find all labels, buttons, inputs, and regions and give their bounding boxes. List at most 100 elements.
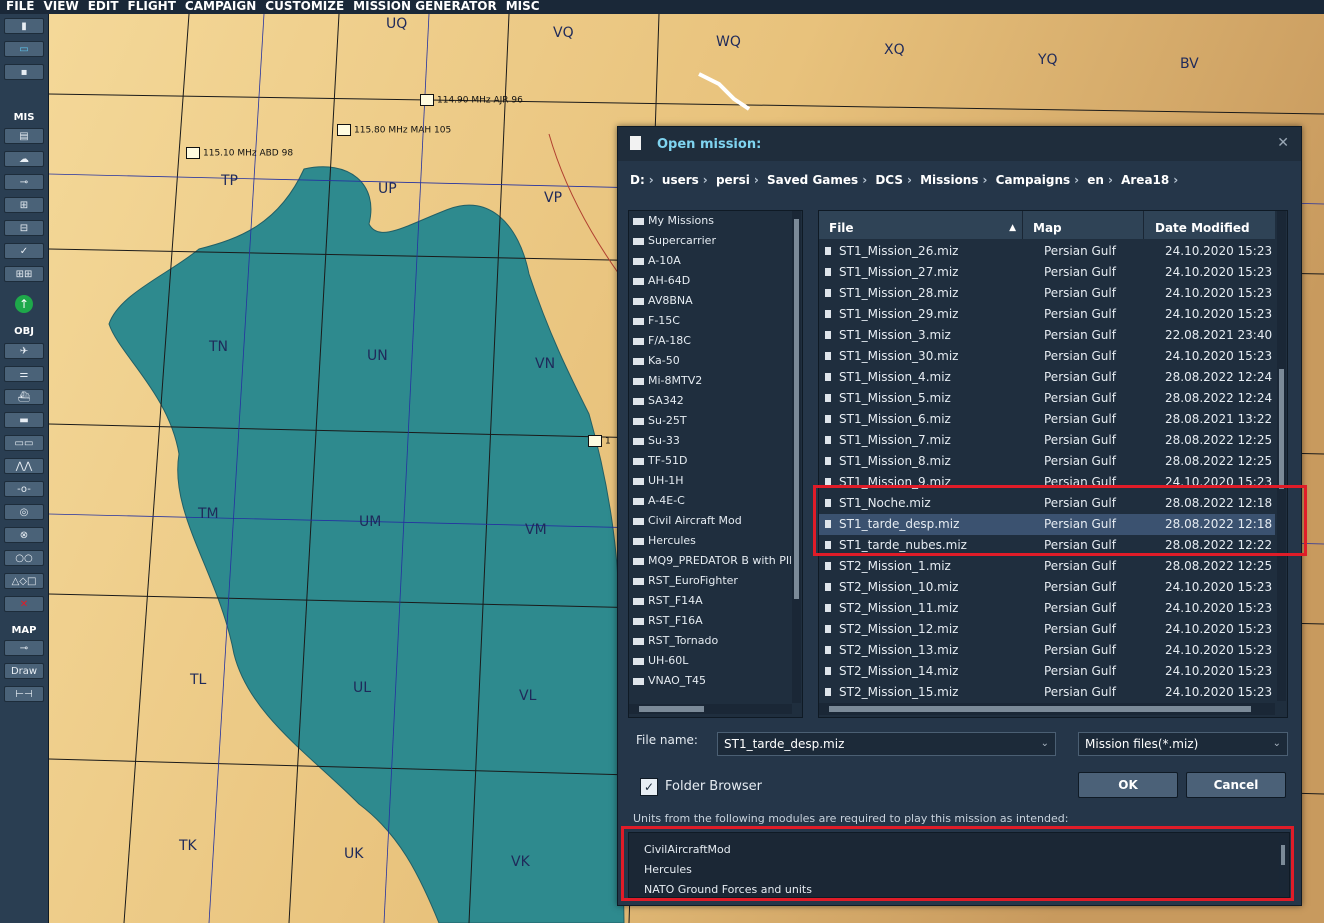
- ok-button[interactable]: OK: [1078, 772, 1178, 798]
- file-type-select[interactable]: Mission files(*.miz) ⌄: [1078, 732, 1288, 756]
- add-zone-button[interactable]: -o-: [4, 481, 44, 497]
- shapes-button[interactable]: △◇□: [4, 573, 44, 589]
- add-ship-button[interactable]: ⛴: [4, 389, 44, 405]
- file-row[interactable]: ST1_Mission_6.miz Persian Gulf 28.08.2021 …: [819, 409, 1275, 430]
- file-row[interactable]: ST1_Mission_3.miz Persian Gulf 22.08.2021 …: [819, 325, 1275, 346]
- breadcrumb-item[interactable]: users: [662, 173, 699, 187]
- file-name-input[interactable]: ST1_tarde_desp.miz ⌄: [717, 732, 1056, 756]
- column-file[interactable]: File ▲: [819, 211, 1023, 239]
- folder-item[interactable]: My Missions: [633, 211, 791, 231]
- folder-horizontal-scrollbar[interactable]: [629, 704, 792, 714]
- folder-item[interactable]: SA342: [633, 391, 791, 411]
- file-row[interactable]: ST1_Noche.miz Persian Gulf 28.08.2022 12:1…: [819, 493, 1275, 514]
- menu-campaign[interactable]: CAMPAIGN: [179, 0, 259, 13]
- ruler-button[interactable]: ⊢⊣: [4, 686, 44, 702]
- folder-vertical-scrollbar[interactable]: [792, 211, 801, 703]
- add-vehicle-button[interactable]: ▬: [4, 412, 44, 428]
- scrollbar-thumb[interactable]: [1279, 369, 1284, 489]
- draw-button[interactable]: Draw: [4, 663, 44, 679]
- file-row[interactable]: ST2_Mission_14.miz Persian Gulf 24.10.2020…: [819, 661, 1275, 682]
- add-static-button[interactable]: ▭▭: [4, 435, 44, 451]
- folder-item[interactable]: VNAO_T45: [633, 671, 791, 691]
- nav-aid-mah[interactable]: 115.80 MHz MAH 105: [337, 124, 451, 136]
- breadcrumb-item[interactable]: Missions: [920, 173, 978, 187]
- open-file-button[interactable]: ▭: [4, 41, 44, 57]
- menu-misc[interactable]: MISC: [500, 0, 543, 13]
- breadcrumb-item[interactable]: persi: [716, 173, 750, 187]
- folder-item[interactable]: A-10A: [633, 251, 791, 271]
- file-row[interactable]: ST1_Mission_27.miz Persian Gulf 24.10.2020…: [819, 262, 1275, 283]
- folder-item[interactable]: AH-64D: [633, 271, 791, 291]
- map-options-button[interactable]: ⊸: [4, 640, 44, 656]
- menu-edit[interactable]: EDIT: [82, 0, 122, 13]
- breadcrumb-item[interactable]: Area18: [1121, 173, 1169, 187]
- menu-customize[interactable]: CUSTOMIZE: [259, 0, 347, 13]
- folder-item[interactable]: Mi-8MTV2: [633, 371, 791, 391]
- file-row[interactable]: ST2_Mission_10.miz Persian Gulf 24.10.2020…: [819, 577, 1275, 598]
- folder-item[interactable]: MQ9_PREDATOR B with PILO: [633, 551, 791, 571]
- weather-button[interactable]: ☁: [4, 151, 44, 167]
- folder-item[interactable]: Ka-50: [633, 351, 791, 371]
- file-row[interactable]: ST1_Mission_30.miz Persian Gulf 24.10.2020…: [819, 346, 1275, 367]
- file-row[interactable]: ST1_Mission_9.miz Persian Gulf 24.10.2020 …: [819, 472, 1275, 493]
- add-group-button[interactable]: ○○: [4, 550, 44, 566]
- folder-item[interactable]: RST_F16A: [633, 611, 791, 631]
- file-row[interactable]: ST1_Mission_7.miz Persian Gulf 28.08.2022 …: [819, 430, 1275, 451]
- add-trigger-zone-button[interactable]: ◎: [4, 504, 44, 520]
- file-row[interactable]: ST1_Mission_4.miz Persian Gulf 28.08.2022 …: [819, 367, 1275, 388]
- file-row[interactable]: ST2_Mission_12.miz Persian Gulf 24.10.2020…: [819, 619, 1275, 640]
- folder-item[interactable]: RST_EuroFighter: [633, 571, 791, 591]
- folder-item[interactable]: Su-25T: [633, 411, 791, 431]
- file-row[interactable]: ST2_Mission_15.miz Persian Gulf 24.10.2020…: [819, 682, 1275, 703]
- up-arrow-icon[interactable]: ↑: [15, 295, 33, 313]
- modules-scrollbar[interactable]: [1279, 837, 1287, 893]
- folder-item[interactable]: RST_F14A: [633, 591, 791, 611]
- check-button[interactable]: ✓: [4, 243, 44, 259]
- folder-item[interactable]: Hercules: [633, 531, 791, 551]
- file-row[interactable]: ST1_Mission_5.miz Persian Gulf 28.08.2022 …: [819, 388, 1275, 409]
- folder-item[interactable]: TF-51D: [633, 451, 791, 471]
- triggers-button[interactable]: ⊸: [4, 174, 44, 190]
- menu-mission-generator[interactable]: MISSION GENERATOR: [347, 0, 500, 13]
- new-file-button[interactable]: ▮: [4, 18, 44, 34]
- scrollbar-thumb[interactable]: [1281, 845, 1285, 865]
- add-nav-button[interactable]: ⊗: [4, 527, 44, 543]
- menu-flight[interactable]: FLIGHT: [122, 0, 179, 13]
- breadcrumb-item[interactable]: en: [1087, 173, 1104, 187]
- folder-item[interactable]: Su-33: [633, 431, 791, 451]
- save-file-button[interactable]: ▪: [4, 64, 44, 80]
- breadcrumb-item[interactable]: D:: [630, 173, 645, 187]
- file-row[interactable]: ST1_tarde_nubes.miz Persian Gulf 28.08.202…: [819, 535, 1275, 556]
- file-row[interactable]: ST1_Mission_8.miz Persian Gulf 28.08.2022 …: [819, 451, 1275, 472]
- coalitions-button[interactable]: ⊞⊞: [4, 266, 44, 282]
- file-row[interactable]: ST1_Mission_26.miz Persian Gulf 24.10.2020…: [819, 241, 1275, 262]
- scrollbar-thumb[interactable]: [639, 706, 704, 712]
- menu-file[interactable]: FILE: [0, 0, 38, 13]
- folder-item[interactable]: Supercarrier: [633, 231, 791, 251]
- folder-item[interactable]: UH-60L: [633, 651, 791, 671]
- file-vertical-scrollbar[interactable]: [1277, 211, 1286, 701]
- column-map[interactable]: Map: [1024, 211, 1144, 239]
- file-row[interactable]: ST2_Mission_1.miz Persian Gulf 28.08.2022 …: [819, 556, 1275, 577]
- folder-browser-checkbox[interactable]: ✓: [640, 778, 658, 796]
- goals-button[interactable]: ⊟: [4, 220, 44, 236]
- file-row[interactable]: ST2_Mission_13.miz Persian Gulf 24.10.2020…: [819, 640, 1275, 661]
- folder-item[interactable]: UH-1H: [633, 471, 791, 491]
- nav-aid-ajr[interactable]: 114.90 MHz AJR 96: [420, 94, 523, 106]
- mission-briefing-button[interactable]: ▤: [4, 128, 44, 144]
- folder-item[interactable]: A-4E-C: [633, 491, 791, 511]
- folder-item[interactable]: F-15C: [633, 311, 791, 331]
- folder-item[interactable]: Civil Aircraft Mod: [633, 511, 791, 531]
- folder-item[interactable]: RST_Tornado: [633, 631, 791, 651]
- cancel-button[interactable]: Cancel: [1186, 772, 1286, 798]
- delete-button[interactable]: ✕: [4, 596, 44, 612]
- breadcrumb-item[interactable]: DCS: [875, 173, 903, 187]
- menu-view[interactable]: VIEW: [38, 0, 82, 13]
- column-date-modified[interactable]: Date Modified: [1145, 211, 1275, 239]
- file-row[interactable]: ST1_Mission_29.miz Persian Gulf 24.10.2020…: [819, 304, 1275, 325]
- folder-item[interactable]: F/A-18C: [633, 331, 791, 351]
- close-icon[interactable]: ✕: [1277, 135, 1289, 151]
- scrollbar-thumb[interactable]: [794, 219, 799, 599]
- file-horizontal-scrollbar[interactable]: [819, 703, 1275, 715]
- add-aircraft-button[interactable]: ✈: [4, 343, 44, 359]
